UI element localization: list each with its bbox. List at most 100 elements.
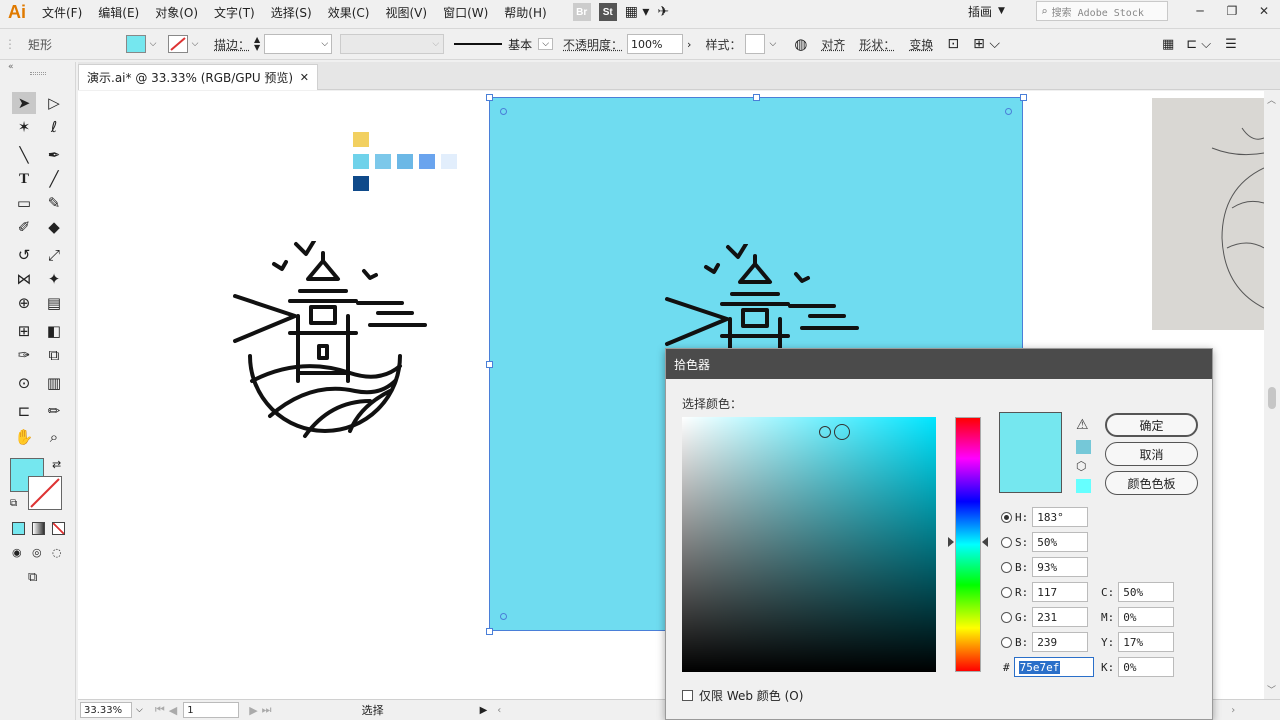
rectangle-tool[interactable]: ▭ [12,192,36,214]
close-button[interactable]: ✕ [1248,0,1280,22]
swap-icon[interactable]: ⇄ [52,458,61,471]
color-field[interactable] [682,417,936,672]
draw-inside-icon[interactable]: ◌ [52,546,62,559]
hue-slider[interactable] [955,417,981,672]
palette-chip-sky-blue[interactable] [397,154,413,169]
blend-tool[interactable]: ⧉ [42,344,66,366]
default-colors-icon[interactable]: ⧉ [10,498,17,509]
palette-chip-yellow[interactable] [353,132,369,147]
close-icon[interactable]: ✕ [300,71,309,84]
brightness-radio[interactable] [1001,561,1012,573]
menu-object[interactable]: 对象(O) [147,1,206,23]
chevron-down-icon[interactable]: ﹀ [1267,683,1276,696]
hand-tool[interactable]: ✋ [12,426,36,448]
stroke-label[interactable]: 描边： [214,36,250,53]
corner-widget[interactable] [500,613,507,620]
hex-input[interactable]: 75e7ef [1013,657,1094,677]
gradient-tool[interactable]: ◧ [42,320,66,342]
arrange-documents-icon[interactable]: ▦ ▾ [625,4,650,20]
menu-edit[interactable]: 编辑(E) [90,1,147,23]
menu-type[interactable]: 文字(T) [206,1,263,23]
warning-icon[interactable]: ⚠ [1076,417,1089,433]
menu-effect[interactable]: 效果(C) [320,1,378,23]
status-menu-icon[interactable]: ▶ [480,705,488,716]
fill-swatch[interactable] [126,35,146,53]
green-radio[interactable] [1001,611,1012,623]
fill-dropdown[interactable]: ⌵ [146,35,160,53]
color-mode-icon[interactable] [12,522,25,535]
hue-input[interactable]: 183° [1032,507,1089,527]
green-input[interactable]: 231 [1032,607,1089,627]
line-segment-tool[interactable]: ╱ [42,168,66,190]
magic-wand-tool[interactable]: ✶ [12,116,36,138]
menu-select[interactable]: 选择(S) [263,1,320,23]
red-input[interactable]: 117 [1032,582,1089,602]
panel-collapse-icon[interactable]: « [8,62,14,72]
first-artboard-icon[interactable]: ⏮ [155,703,165,717]
bbox-handle[interactable] [486,628,493,635]
symbol-sprayer-tool[interactable]: ⊙ [12,372,36,394]
eyedropper-tool[interactable]: ✑ [12,344,36,366]
chevron-right-icon[interactable]: › [687,38,691,51]
bbox-handle[interactable] [753,94,760,101]
stroke-weight-field[interactable]: ⌵ [264,34,333,54]
type-tool[interactable]: T [12,168,36,190]
slice-tool[interactable]: ✏ [42,400,66,422]
web-safe-swatch[interactable] [1076,479,1091,493]
scroll-right-icon[interactable]: › [1231,705,1235,716]
perspective-grid-tool[interactable]: ▤ [42,292,66,314]
saturation-radio[interactable] [1001,536,1012,548]
recolor-artwork-icon[interactable]: ◍ [794,35,807,53]
variable-width-profile[interactable]: ⌵ [340,34,445,54]
last-artboard-icon[interactable]: ⏭ [262,703,272,717]
pen-tool[interactable]: ╲ [12,144,36,166]
bridge-button[interactable]: Br [572,3,591,21]
arrange-icon[interactable]: ⊞ ⌵ [973,36,1000,52]
hue-slider-arrow-left[interactable] [948,537,954,547]
draw-behind-icon[interactable]: ◎ [32,546,42,559]
shaper-tool[interactable]: ✐ [12,216,36,238]
selection-tool[interactable]: ➤ [12,92,36,114]
menu-file[interactable]: 文件(F) [34,1,90,23]
saturation-input[interactable]: 50% [1032,532,1089,552]
scroll-left-icon[interactable]: ‹ [497,705,501,716]
prev-artboard-icon[interactable]: ◀ [169,704,177,717]
column-graph-tool[interactable]: ▥ [42,372,66,394]
stroke-dropdown[interactable]: ⌵ [188,35,202,53]
palette-chip-light-blue[interactable] [375,154,391,169]
screen-mode-icon[interactable]: ⧉ [28,570,37,585]
cyan-input[interactable]: 50% [1118,582,1175,602]
stock-search-input[interactable]: ⌕ 搜索 Adobe Stock [1036,1,1168,21]
cancel-button[interactable]: 取消 [1105,442,1198,466]
chevron-down-icon[interactable]: ⌵ [769,39,776,49]
palette-chip-blue[interactable] [419,154,435,169]
web-only-option[interactable]: 仅限 Web 颜色 (O) [682,687,803,704]
isolate-group-icon[interactable]: ⊡ [947,36,959,52]
cube-icon[interactable]: ⬡ [1076,459,1086,473]
red-radio[interactable] [1001,586,1012,598]
dialog-titlebar[interactable]: 拾色器 [666,349,1212,379]
minimize-button[interactable]: ─ [1184,0,1216,22]
paintbrush-tool[interactable]: ✎ [42,192,66,214]
scale-tool[interactable]: ⤢ [42,244,66,266]
eraser-tool[interactable]: ◆ [42,216,66,238]
color-swatches-button[interactable]: 颜色色板 [1105,471,1198,495]
panel-grid-icon[interactable]: ▦ [1162,37,1174,52]
shape-builder-tool[interactable]: ⊕ [12,292,36,314]
chevron-up-icon[interactable]: ︿ [1267,93,1276,106]
align-label[interactable]: 对齐 [821,36,845,53]
yellow-input[interactable]: 17% [1118,632,1175,652]
palette-chip-navy[interactable] [353,176,369,191]
blue-input[interactable]: 239 [1032,632,1089,652]
magenta-input[interactable]: 0% [1118,607,1175,627]
opacity-field[interactable]: 100% [627,34,684,54]
hue-radio[interactable] [1001,511,1012,523]
black-input[interactable]: 0% [1118,657,1175,677]
menu-window[interactable]: 窗口(W) [435,1,496,23]
artboard-tool[interactable]: ⊏ [12,400,36,422]
direct-selection-tool[interactable]: ▷ [42,92,66,114]
brush-definition[interactable]: 基本 ⌵ [454,36,554,53]
lighthouse-logo[interactable] [230,241,440,446]
width-tool[interactable]: ⋈ [12,268,36,290]
menu-view[interactable]: 视图(V) [377,1,435,23]
